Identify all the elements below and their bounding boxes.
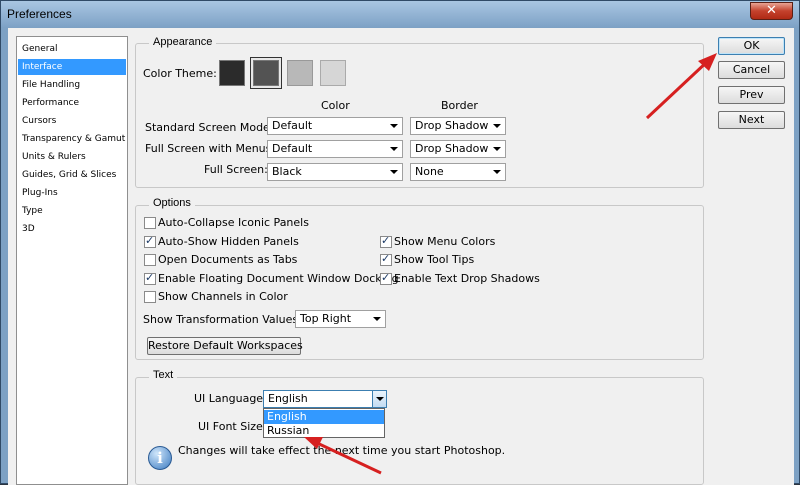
annotation-arrows — [304, 53, 717, 475]
preferences-window: Preferences ✕ General Interface File Han… — [0, 0, 800, 485]
arrow-to-russian-icon — [304, 437, 382, 475]
arrow-to-ok-icon — [645, 53, 717, 120]
